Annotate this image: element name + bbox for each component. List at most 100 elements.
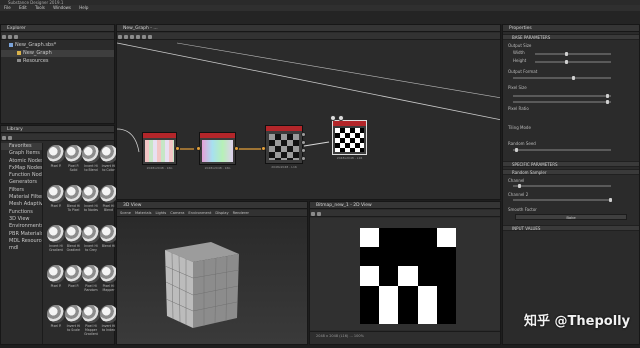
open-icon[interactable] bbox=[8, 34, 12, 39]
filter-icon[interactable] bbox=[2, 135, 6, 140]
thumbnail-icon bbox=[64, 225, 83, 243]
library-category[interactable]: Favorites bbox=[1, 143, 42, 151]
library-category[interactable]: Filters bbox=[1, 187, 42, 194]
menu-windows[interactable]: Windows bbox=[53, 5, 71, 10]
menu-tools[interactable]: Tools bbox=[35, 5, 45, 10]
tree-graph[interactable]: New_Graph bbox=[1, 50, 114, 57]
library-category[interactable]: Mesh Adaptive bbox=[1, 201, 42, 208]
node-3-input-port[interactable] bbox=[261, 146, 266, 151]
node-preview bbox=[269, 134, 299, 160]
explorer-panel: Explorer New_Graph.sbs* New_Graph Resour… bbox=[0, 24, 115, 124]
graph-node-4[interactable]: 2048x2048 - L16 bbox=[332, 120, 367, 160]
library-category[interactable]: PBR Materials bbox=[1, 231, 42, 238]
cube-render bbox=[164, 242, 240, 328]
section-random-sampler[interactable]: Random Sampler bbox=[503, 169, 639, 175]
3d-menu-scene[interactable]: Scene bbox=[120, 211, 131, 215]
thumbnail-icon bbox=[64, 145, 83, 163]
pixel-cell bbox=[360, 304, 380, 324]
section-specific-parameters[interactable]: SPECIFIC PARAMETERS bbox=[503, 161, 639, 167]
tree-root[interactable]: New_Graph.sbs* bbox=[1, 42, 114, 49]
explorer-toolbar bbox=[1, 33, 114, 40]
pixel-size-slider-2[interactable] bbox=[513, 99, 611, 104]
thumbnail-icon bbox=[99, 305, 118, 323]
graph-icon bbox=[17, 50, 21, 55]
node-3-output-port[interactable] bbox=[301, 148, 306, 153]
random-seed-label: Random Seed bbox=[508, 141, 536, 146]
pixel-cell bbox=[360, 228, 380, 248]
pixel-size-slider[interactable] bbox=[513, 93, 611, 98]
properties-title: Properties bbox=[503, 25, 639, 32]
pixel-cell bbox=[398, 304, 418, 324]
random-seed-slider[interactable] bbox=[513, 147, 611, 152]
node-header bbox=[200, 133, 235, 138]
width-slider[interactable] bbox=[535, 51, 611, 56]
3d-menu-lights[interactable]: Lights bbox=[155, 211, 166, 215]
section-base-parameters[interactable]: BASE PARAMETERS bbox=[503, 34, 639, 40]
menu-edit[interactable]: Edit bbox=[19, 5, 27, 10]
smooth-factor-label: Smooth Factor bbox=[508, 207, 537, 212]
library-category[interactable]: 3D View bbox=[1, 216, 42, 223]
graph-node-3[interactable]: 2048x2048 - L16 bbox=[265, 125, 303, 169]
2d-tool-icon[interactable] bbox=[311, 211, 315, 216]
node-2-input-port[interactable] bbox=[196, 146, 201, 151]
library-category[interactable]: Graph Items bbox=[1, 150, 42, 157]
menu-file[interactable]: File bbox=[4, 5, 11, 10]
thumbnail-icon bbox=[47, 265, 65, 283]
thumbnail-icon bbox=[82, 225, 100, 243]
graph-node-2[interactable]: 2048x2048 - 16b bbox=[199, 132, 236, 170]
node-3-output-port[interactable] bbox=[301, 156, 306, 161]
section-input-values[interactable]: INPUT VALUES bbox=[503, 225, 639, 231]
3d-menu-camera[interactable]: Camera bbox=[170, 211, 184, 215]
library-category[interactable]: mdl bbox=[1, 245, 42, 252]
library-category[interactable]: FxMap Nodes bbox=[1, 165, 42, 172]
3d-menu-materials[interactable]: Materials bbox=[135, 211, 151, 215]
tree-resources[interactable]: Resources bbox=[1, 58, 114, 65]
node-action-icon[interactable] bbox=[330, 115, 336, 121]
3d-view: 3D View Scene Materials Lights Camera Enviro… bbox=[116, 201, 308, 345]
2d-view: Bitmap_new_1 - 2D View 2048 x 2048 (L16)… bbox=[309, 201, 501, 345]
2d-tool-icon[interactable] bbox=[317, 211, 321, 216]
pixel-cell bbox=[417, 228, 437, 248]
thumbnail-icon bbox=[82, 305, 100, 323]
library-category[interactable]: Material Filters bbox=[1, 194, 42, 201]
output-format-slider[interactable] bbox=[513, 75, 611, 80]
node-action-icon[interactable] bbox=[338, 115, 344, 121]
2d-viewport[interactable] bbox=[310, 218, 500, 330]
library-category[interactable]: Generators bbox=[1, 179, 42, 186]
height-slider[interactable] bbox=[535, 59, 611, 64]
library-category[interactable]: Environments bbox=[1, 223, 42, 230]
tiling-mode-label: Tiling Mode bbox=[508, 125, 531, 130]
node-3-output-port[interactable] bbox=[301, 132, 306, 137]
node-header bbox=[333, 121, 366, 126]
3d-menu-environment[interactable]: Environment bbox=[188, 211, 211, 215]
channel-slider[interactable] bbox=[513, 183, 611, 188]
graph-node-1[interactable]: 2048x2048 - 16b bbox=[142, 132, 177, 170]
node-3-output-port[interactable] bbox=[301, 140, 306, 145]
width-label: Width bbox=[513, 50, 525, 55]
library-title: Library bbox=[1, 126, 114, 133]
channel-2-slider[interactable] bbox=[513, 197, 613, 202]
library-category[interactable]: Function Nodes bbox=[1, 172, 42, 179]
thumbnail-icon bbox=[64, 305, 83, 323]
3d-viewport[interactable] bbox=[117, 218, 307, 344]
library-category[interactable]: Atomic Nodes bbox=[1, 158, 42, 165]
library-category[interactable]: MDL Resources bbox=[1, 238, 42, 245]
thumbnail-icon bbox=[82, 185, 100, 203]
3d-menu-display[interactable]: Display bbox=[215, 211, 228, 215]
pixel-cell bbox=[379, 228, 399, 248]
menu-help[interactable]: Help bbox=[79, 5, 88, 10]
pixel-cell bbox=[360, 247, 380, 267]
pixel-cell bbox=[379, 247, 399, 267]
new-icon[interactable] bbox=[2, 34, 6, 39]
save-icon[interactable] bbox=[14, 34, 18, 39]
pixel-cell bbox=[417, 304, 437, 324]
node-2-output-port[interactable] bbox=[234, 146, 239, 151]
3d-menu-renderer[interactable]: Renderer bbox=[233, 211, 249, 215]
3d-view-menu: Scene Materials Lights Camera Environment Dis… bbox=[117, 210, 307, 217]
list-icon[interactable] bbox=[8, 135, 12, 140]
node-1-output-port[interactable] bbox=[175, 146, 180, 151]
pixel-size-label: Pixel Size bbox=[508, 85, 527, 90]
library-category[interactable]: Functions bbox=[1, 209, 42, 216]
slider-handle bbox=[606, 99, 610, 104]
bake-button[interactable]: Bake bbox=[515, 214, 627, 220]
